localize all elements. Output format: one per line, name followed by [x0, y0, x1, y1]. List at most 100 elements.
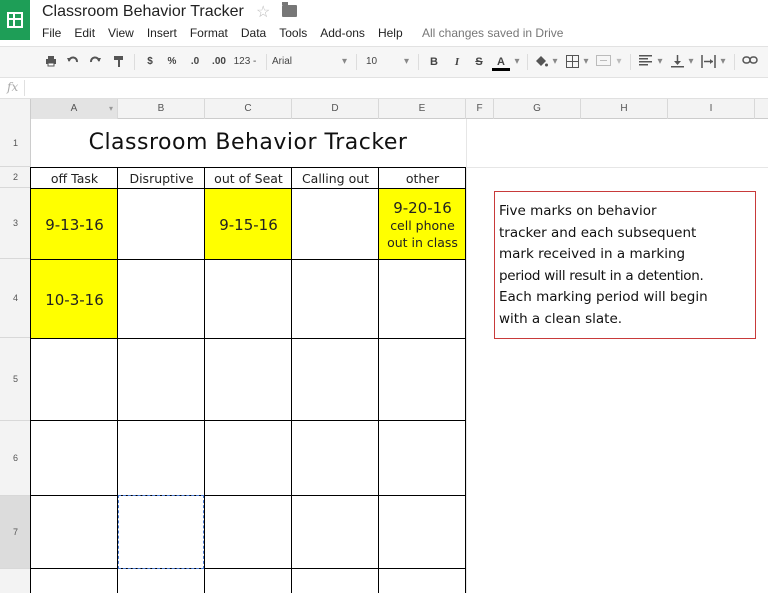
- text-color-button[interactable]: A: [492, 55, 510, 71]
- cell-c3[interactable]: 9-15-16: [205, 189, 292, 260]
- font-family-select[interactable]: Arial ▾: [272, 55, 350, 69]
- menu-format[interactable]: Format: [190, 26, 228, 42]
- header-disruptive[interactable]: Disruptive: [118, 168, 205, 189]
- header-off-task[interactable]: off Task: [31, 168, 118, 189]
- selected-cell-b7[interactable]: [118, 495, 204, 569]
- note-line: Each marking period will begin: [499, 289, 708, 306]
- toolbar-divider: [266, 54, 267, 70]
- row-header-6[interactable]: 6: [0, 421, 31, 496]
- insert-link-icon[interactable]: [740, 55, 760, 69]
- print-icon[interactable]: [44, 55, 58, 69]
- menu-help[interactable]: Help: [378, 26, 403, 42]
- formula-bar[interactable]: fx: [0, 78, 768, 99]
- gridline: [466, 119, 467, 593]
- strikethrough-button[interactable]: S: [471, 55, 487, 69]
- column-header-h[interactable]: H: [581, 99, 668, 119]
- toolbar-divider: [527, 54, 528, 70]
- row-header-3[interactable]: 3: [0, 188, 31, 259]
- column-header-i[interactable]: I: [668, 99, 755, 119]
- chevron-down-icon[interactable]: ▾: [686, 55, 696, 69]
- folder-icon[interactable]: [282, 2, 297, 17]
- chevron-down-icon: ▾: [404, 56, 410, 67]
- decrease-decimals-button[interactable]: .0: [185, 55, 205, 69]
- merge-cells-icon[interactable]: [594, 55, 612, 69]
- chevron-down-icon[interactable]: ▾: [614, 55, 624, 69]
- cell-note-line: out in class: [387, 234, 458, 250]
- currency-format-button[interactable]: $: [142, 55, 158, 69]
- column-header-c[interactable]: C: [205, 99, 292, 119]
- bold-button[interactable]: B: [426, 55, 442, 69]
- table-border: [30, 495, 466, 496]
- toolbar-divider: [418, 54, 419, 70]
- menu-view[interactable]: View: [108, 26, 134, 42]
- table-border: [30, 568, 466, 569]
- column-header-g[interactable]: G: [494, 99, 581, 119]
- menu-data[interactable]: Data: [241, 26, 266, 42]
- vertical-align-icon[interactable]: [669, 55, 685, 69]
- paint-format-icon[interactable]: [112, 55, 126, 69]
- date-entry: 10-3-16: [45, 290, 104, 309]
- borders-icon[interactable]: [564, 55, 580, 69]
- toolbar: $ % .0 .00 123 - Arial ▾ 10 ▾ B I S A ▾ …: [0, 46, 768, 78]
- toolbar-divider: [134, 54, 135, 70]
- column-header-f[interactable]: F: [466, 99, 494, 119]
- cell-a4[interactable]: 10-3-16: [31, 260, 118, 339]
- column-header-a[interactable]: A ▾: [31, 99, 118, 119]
- chevron-down-icon[interactable]: ▾: [550, 55, 560, 69]
- undo-icon[interactable]: [66, 55, 80, 69]
- percent-format-button[interactable]: %: [163, 55, 181, 69]
- toolbar-divider: [734, 54, 735, 70]
- menu-edit[interactable]: Edit: [74, 26, 95, 42]
- column-header-e[interactable]: E: [379, 99, 466, 119]
- row-header-5[interactable]: 5: [0, 338, 31, 421]
- table-border: [291, 167, 292, 593]
- column-header-b[interactable]: B: [118, 99, 205, 119]
- increase-decimals-button[interactable]: .00: [207, 55, 231, 69]
- italic-button[interactable]: I: [449, 55, 465, 69]
- font-size-select[interactable]: 10 ▾: [366, 55, 412, 69]
- chevron-down-icon[interactable]: ▾: [512, 55, 522, 69]
- table-border: [465, 167, 466, 593]
- font-size-value: 10: [366, 56, 378, 67]
- date-entry: 9-15-16: [219, 215, 278, 234]
- cell-e3[interactable]: 9-20-16 cell phone out in class: [379, 189, 466, 260]
- fx-icon: fx: [7, 80, 19, 94]
- row-header-7[interactable]: 7: [0, 496, 31, 569]
- select-all-corner[interactable]: [0, 99, 31, 119]
- cell-a3[interactable]: 9-13-16: [31, 189, 118, 260]
- sheets-logo-icon[interactable]: [0, 0, 30, 40]
- chevron-down-icon[interactable]: ▾: [581, 55, 591, 69]
- redo-icon[interactable]: [88, 55, 102, 69]
- header-out-of-seat[interactable]: out of Seat: [205, 168, 292, 189]
- fill-color-icon[interactable]: [533, 55, 549, 69]
- header-calling-out[interactable]: Calling out: [292, 168, 379, 189]
- table-border: [204, 167, 205, 593]
- row-header-2[interactable]: 2: [0, 167, 31, 188]
- row-header-1[interactable]: 1: [0, 119, 31, 167]
- chevron-down-icon[interactable]: ▾: [718, 55, 728, 69]
- menu-tools[interactable]: Tools: [279, 26, 307, 42]
- spreadsheet-grid[interactable]: A ▾ B C D E F G H I 1 2 3 4 5 6 7 Classro…: [0, 99, 768, 593]
- chevron-down-icon[interactable]: ▾: [655, 55, 665, 69]
- sheet-title[interactable]: Classroom Behavior Tracker: [31, 130, 465, 155]
- note-line: Five marks on behavior: [499, 203, 657, 219]
- table-border: [30, 420, 466, 421]
- date-entry: 9-13-16: [45, 215, 104, 234]
- column-menu-icon[interactable]: ▾: [109, 99, 113, 119]
- more-formats-button[interactable]: 123 -: [230, 55, 260, 69]
- menu-insert[interactable]: Insert: [147, 26, 177, 42]
- star-icon[interactable]: ☆: [256, 2, 270, 22]
- column-header-d[interactable]: D: [292, 99, 379, 119]
- text-wrapping-icon[interactable]: [699, 55, 717, 69]
- header-other[interactable]: other: [379, 168, 466, 189]
- toolbar-divider: [356, 54, 357, 70]
- note-line: mark received in a marking: [499, 246, 686, 263]
- menu-file[interactable]: File: [42, 26, 61, 42]
- column-label: A: [70, 103, 78, 114]
- table-border: [30, 259, 466, 260]
- row-header-4[interactable]: 4: [0, 259, 31, 338]
- document-title[interactable]: Classroom Behavior Tracker: [42, 3, 244, 21]
- menu-addons[interactable]: Add-ons: [320, 26, 365, 42]
- horizontal-align-icon[interactable]: [637, 55, 653, 69]
- policy-note-box[interactable]: Five marks on behavior tracker and each …: [494, 191, 756, 339]
